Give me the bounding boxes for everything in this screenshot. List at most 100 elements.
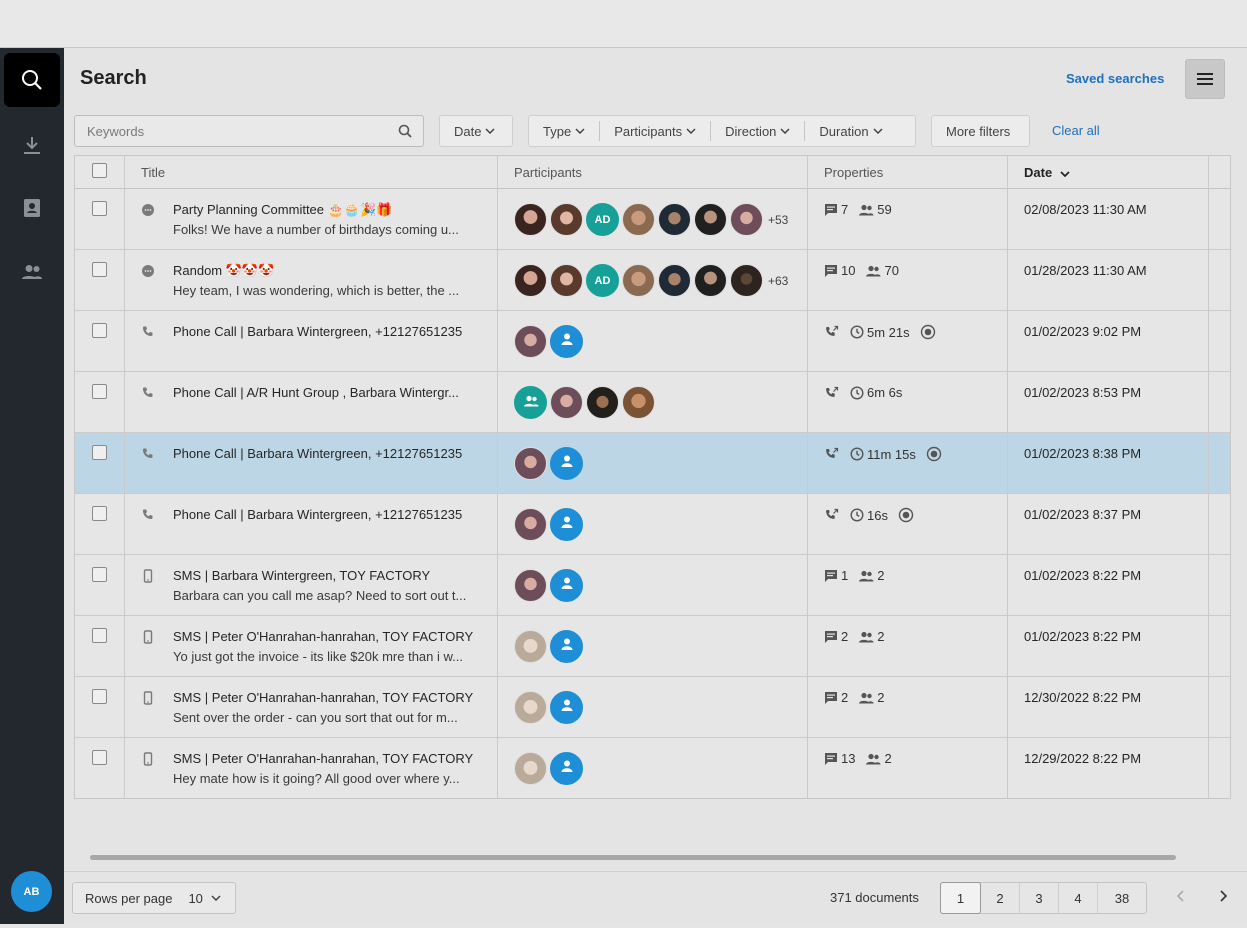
rows-per-page-select[interactable]: Rows per page 10 xyxy=(72,882,236,914)
row-checkbox[interactable] xyxy=(92,201,107,216)
contact-book-icon xyxy=(24,199,40,217)
row-checkbox[interactable] xyxy=(92,384,107,399)
participant-avatars: AD +63 xyxy=(514,264,788,297)
direction-filter[interactable]: Direction xyxy=(711,121,806,141)
mobile-icon xyxy=(141,752,157,768)
row-title[interactable]: Phone Call | Barbara Wintergreen, +12127… xyxy=(173,507,462,522)
row-title[interactable]: Phone Call | A/R Hunt Group , Barbara Wi… xyxy=(173,385,459,400)
filter-group: Type Participants Direction Duration xyxy=(528,115,916,147)
column-participants-header[interactable]: Participants xyxy=(514,156,582,189)
duration-filter-label: Duration xyxy=(819,123,869,139)
row-checkbox[interactable] xyxy=(92,323,107,338)
page-button[interactable]: 4 xyxy=(1059,883,1098,913)
table-row[interactable]: Phone Call | Barbara Wintergreen, +12127… xyxy=(75,433,1230,494)
nav-contacts-button[interactable] xyxy=(4,181,60,235)
search-icon[interactable] xyxy=(398,124,412,138)
row-title[interactable]: SMS | Peter O'Hanrahan-hanrahan, TOY FAC… xyxy=(173,751,473,766)
page-button[interactable]: 3 xyxy=(1020,883,1059,913)
row-checkbox[interactable] xyxy=(92,506,107,521)
participants-filter[interactable]: Participants xyxy=(600,121,712,141)
table-row[interactable]: Random 🤡🤡🤡 Hey team, I was wondering, whi… xyxy=(75,250,1230,311)
table-row[interactable]: Party Planning Committee 🎂🧁🎉🎁 Folks! We h… xyxy=(75,189,1230,250)
participant-count: 2 xyxy=(877,690,885,705)
row-date: 01/02/2023 8:38 PM xyxy=(1024,446,1142,461)
more-participants-count: +53 xyxy=(768,212,789,227)
page-button[interactable]: 1 xyxy=(940,882,981,914)
row-title[interactable]: Party Planning Committee 🎂🧁🎉🎁 xyxy=(173,202,392,218)
row-title[interactable]: SMS | Peter O'Hanrahan-hanrahan, TOY FAC… xyxy=(173,629,473,644)
row-checkbox[interactable] xyxy=(92,567,107,582)
nav-people-button[interactable] xyxy=(4,245,60,299)
date-filter-button[interactable]: Date xyxy=(439,115,513,147)
nav-search-button[interactable] xyxy=(4,53,60,107)
app-top-bar xyxy=(0,0,1247,48)
menu-button[interactable] xyxy=(1185,59,1225,99)
direction-filter-label: Direction xyxy=(725,123,777,139)
type-filter[interactable]: Type xyxy=(529,121,601,141)
message-icon xyxy=(824,630,838,643)
row-checkbox[interactable] xyxy=(92,262,107,277)
row-properties: 5m 21s xyxy=(824,324,939,340)
participant-avatar xyxy=(550,325,583,358)
row-checkbox[interactable] xyxy=(92,445,107,460)
row-title[interactable]: Phone Call | Barbara Wintergreen, +12127… xyxy=(173,324,462,339)
participant-avatars xyxy=(514,569,586,602)
message-icon xyxy=(824,752,838,765)
type-filter-label: Type xyxy=(543,123,572,139)
call-duration: 6m 6s xyxy=(867,385,903,400)
table-row[interactable]: Phone Call | Barbara Wintergreen, +12127… xyxy=(75,494,1230,555)
participant-avatar xyxy=(550,569,583,602)
clear-all-link[interactable]: Clear all xyxy=(1052,123,1100,138)
user-avatar[interactable]: AB xyxy=(11,871,52,912)
chevron-down-icon xyxy=(485,128,495,134)
table-row[interactable]: Phone Call | A/R Hunt Group , Barbara Wi… xyxy=(75,372,1230,433)
row-properties: 22 xyxy=(824,629,894,644)
scrollbar-thumb[interactable] xyxy=(90,855,1176,860)
row-date: 01/02/2023 8:53 PM xyxy=(1024,385,1142,400)
participant-avatars: AD +53 xyxy=(514,203,788,236)
duration-filter[interactable]: Duration xyxy=(805,121,896,141)
next-page-icon[interactable] xyxy=(1220,890,1228,902)
table-header: Title Participants Properties Date xyxy=(75,156,1230,189)
table-row[interactable]: SMS | Peter O'Hanrahan-hanrahan, TOY FAC… xyxy=(75,738,1230,798)
message-count: 2 xyxy=(841,690,849,705)
row-title[interactable]: Phone Call | Barbara Wintergreen, +12127… xyxy=(173,446,462,461)
participant-avatar xyxy=(514,508,547,541)
nav-downloads-button[interactable] xyxy=(4,118,60,172)
participant-count: 2 xyxy=(884,751,892,766)
column-date-header[interactable]: Date xyxy=(1024,156,1070,189)
chat-icon xyxy=(141,264,157,280)
rows-per-page-value: 10 xyxy=(188,890,203,906)
saved-searches-link[interactable]: Saved searches xyxy=(1066,71,1164,86)
rows-per-page-label: Rows per page xyxy=(85,890,173,906)
horizontal-scrollbar[interactable] xyxy=(74,851,1231,863)
row-title[interactable]: Random 🤡🤡🤡 xyxy=(173,263,274,279)
row-checkbox[interactable] xyxy=(92,689,107,704)
table-row[interactable]: Phone Call | Barbara Wintergreen, +12127… xyxy=(75,311,1230,372)
chat-icon xyxy=(141,203,157,219)
page-button[interactable]: 38 xyxy=(1098,883,1146,913)
clock-icon xyxy=(850,447,864,461)
row-title[interactable]: SMS | Peter O'Hanrahan-hanrahan, TOY FAC… xyxy=(173,690,473,705)
table-row[interactable]: SMS | Barbara Wintergreen, TOY FACTORY Ba… xyxy=(75,555,1230,616)
select-all-checkbox[interactable] xyxy=(92,163,107,178)
row-title[interactable]: SMS | Barbara Wintergreen, TOY FACTORY xyxy=(173,568,430,583)
row-properties: 22 xyxy=(824,690,894,705)
people-icon xyxy=(22,265,42,279)
message-icon xyxy=(824,569,838,582)
row-checkbox[interactable] xyxy=(92,750,107,765)
group-icon xyxy=(523,394,539,412)
page-button[interactable]: 2 xyxy=(981,883,1020,913)
table-row[interactable]: SMS | Peter O'Hanrahan-hanrahan, TOY FAC… xyxy=(75,677,1230,738)
column-title-header[interactable]: Title xyxy=(141,156,165,189)
column-divider xyxy=(807,156,808,798)
column-properties-header[interactable]: Properties xyxy=(824,156,883,189)
more-filters-button[interactable]: More filters xyxy=(931,115,1030,147)
keywords-input[interactable] xyxy=(75,116,375,146)
row-properties: 10 70 xyxy=(824,263,909,278)
user-icon xyxy=(560,637,574,656)
table-row[interactable]: SMS | Peter O'Hanrahan-hanrahan, TOY FAC… xyxy=(75,616,1230,677)
row-checkbox[interactable] xyxy=(92,628,107,643)
prev-page-icon[interactable] xyxy=(1176,890,1184,902)
row-properties: 11m 15s xyxy=(824,446,945,462)
